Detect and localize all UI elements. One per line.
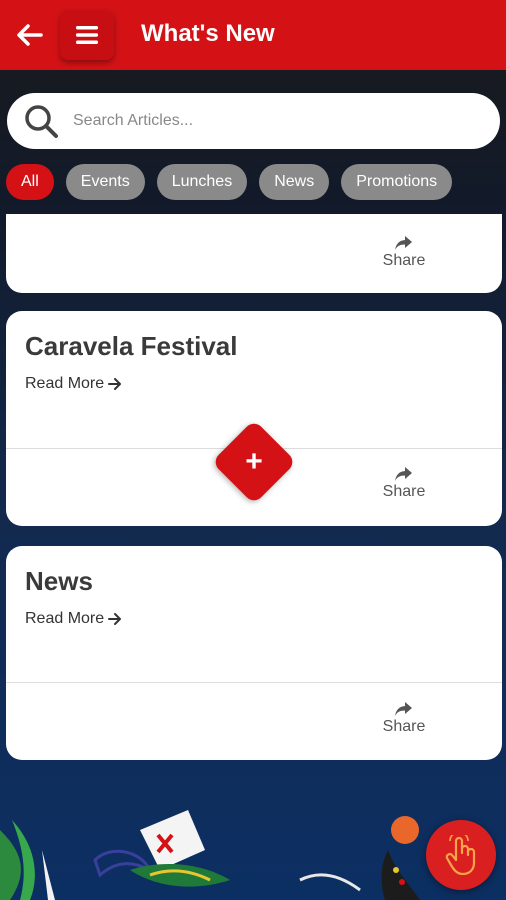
chip-lunches[interactable]: Lunches: [156, 164, 248, 200]
app-bar: What's New: [0, 0, 506, 70]
touch-button[interactable]: [426, 820, 496, 890]
read-more-label: Read More: [25, 610, 105, 627]
arrow-right-icon: [108, 613, 122, 625]
chip-promotions[interactable]: Promotions: [341, 164, 453, 200]
share-label: Share: [382, 483, 426, 500]
chip-all[interactable]: All: [6, 164, 54, 200]
read-more-link[interactable]: Read More: [25, 375, 122, 393]
share-arrow-icon: [395, 702, 412, 716]
article-title: Caravela Festival: [25, 331, 238, 361]
share-button[interactable]: Share: [376, 467, 432, 501]
back-button[interactable]: [14, 19, 46, 51]
read-more-link[interactable]: Read More: [25, 610, 122, 628]
read-more-label: Read More: [25, 375, 105, 392]
card-divider: [6, 682, 502, 683]
plus-icon: +: [245, 445, 263, 478]
search-input[interactable]: [73, 112, 473, 130]
article-card: Share: [6, 214, 502, 293]
share-arrow-icon: [395, 467, 412, 481]
arrow-left-icon: [17, 24, 43, 46]
share-label: Share: [382, 252, 426, 269]
share-button[interactable]: Share: [376, 236, 432, 270]
article-title: News: [25, 566, 93, 596]
tap-hand-icon: [445, 835, 476, 875]
menu-button[interactable]: [60, 10, 114, 60]
hamburger-menu-icon: [76, 26, 98, 44]
chip-events[interactable]: Events: [65, 164, 145, 200]
filter-chips: All Events Lunches News Promotions: [6, 164, 453, 200]
share-arrow-icon: [395, 236, 412, 250]
share-button[interactable]: Share: [376, 702, 432, 736]
search-bar[interactable]: [7, 93, 500, 149]
article-card[interactable]: News Read More Share: [6, 546, 502, 760]
arrow-right-icon: [108, 378, 122, 390]
share-label: Share: [382, 718, 426, 735]
chip-news[interactable]: News: [259, 164, 330, 200]
add-article-button[interactable]: +: [211, 419, 297, 505]
page-title: What's New: [141, 20, 275, 47]
search-icon: [25, 105, 58, 138]
